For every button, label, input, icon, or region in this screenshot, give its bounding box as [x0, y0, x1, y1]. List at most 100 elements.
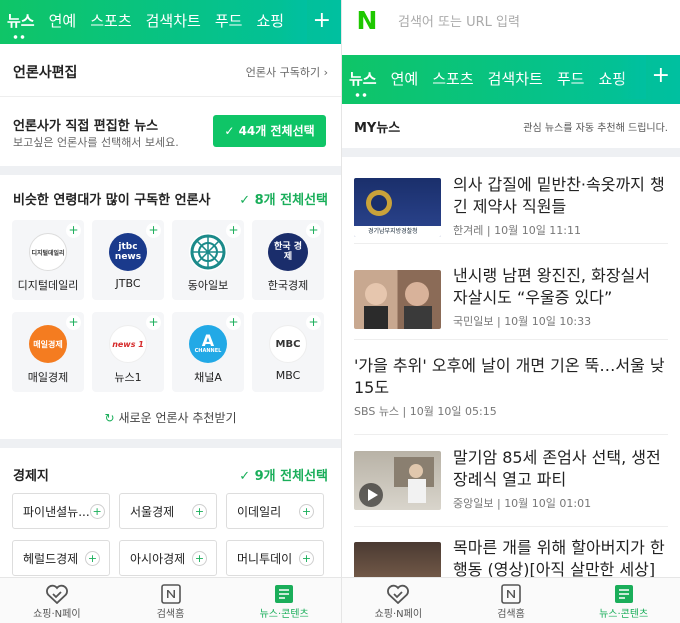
tab-entertainment[interactable]: 연예	[42, 0, 84, 44]
add-icon[interactable]: +	[306, 315, 321, 330]
add-icon[interactable]: +	[306, 223, 321, 238]
article-thumbnail	[354, 270, 441, 329]
category-tabbar: 뉴스 연예 스포츠 검색차트 푸드 쇼핑 +	[342, 55, 680, 104]
publisher-name: 뉴스1	[114, 371, 142, 384]
nav-shopping-pay[interactable]: 쇼핑·N페이	[342, 578, 455, 623]
add-icon[interactable]: +	[299, 503, 314, 519]
section-title: 경제지	[13, 468, 49, 484]
tab-sports[interactable]: 스포츠	[425, 58, 480, 102]
refresh-recommend-button[interactable]: ↻ 새로운 언론사 추천받기	[0, 409, 341, 426]
editor-subtext: 보고싶은 언론사를 선택해서 보세요.	[13, 136, 179, 149]
thumbnail-caption: 경기남부지방경찰청	[368, 228, 418, 235]
article-title: 낸시랭 남편 왕진진, 화장실서 자살시도 “우울증 있다”	[453, 266, 650, 307]
editor-box: 언론사가 직접 편집한 뉴스 보고싶은 언론사를 선택해서 보세요. ✓ 44개…	[0, 96, 341, 162]
chip-herald[interactable]: 헤럴드경제 +	[12, 540, 110, 576]
add-tab-icon[interactable]: +	[652, 55, 670, 97]
nav-news-contents[interactable]: 뉴스·콘텐츠	[567, 578, 680, 623]
tab-search-chart[interactable]: 검색차트	[481, 58, 550, 102]
add-icon[interactable]: +	[299, 550, 314, 566]
news-icon	[275, 585, 294, 603]
publisher-name: 한국경제	[267, 279, 309, 292]
nav-news-contents[interactable]: 뉴스·콘텐츠	[227, 578, 341, 623]
article-meta: 한겨레 | 10월 10일 11:11	[453, 224, 582, 237]
editor-section-header: 언론사편집 언론사 구독하기 ›	[0, 50, 341, 94]
chip-moneytoday[interactable]: 머니투데이 +	[226, 540, 324, 576]
tab-search-chart[interactable]: 검색차트	[139, 0, 208, 44]
add-tab-icon[interactable]: +	[313, 0, 331, 42]
article-title: 목마른 개를 위해 할아버지가 한 행동 (영상)[아직 살만한 세상]	[453, 538, 665, 579]
add-icon[interactable]: +	[192, 503, 207, 519]
heart-check-icon	[387, 584, 410, 604]
naver-n-icon	[501, 584, 521, 604]
tab-sports[interactable]: 스포츠	[83, 0, 138, 44]
add-icon[interactable]: +	[66, 223, 81, 238]
add-icon[interactable]: +	[146, 223, 161, 238]
publisher-digitaldaily[interactable]: + 디지털데일리 디지털데일리	[12, 220, 84, 300]
publisher-name: 디지털데일리	[17, 279, 79, 292]
bottom-nav: 쇼핑·N페이 검색홈 뉴스·콘텐츠	[342, 577, 680, 623]
refresh-icon: ↻	[104, 411, 115, 425]
donga-logo	[189, 233, 227, 271]
publisher-mk[interactable]: + 매일경제 매일경제	[12, 312, 84, 392]
article-title: 의사 갑질에 밑반찬·속옷까지 챙긴 제약사 직원들	[453, 175, 665, 216]
my-news-title[interactable]: MY뉴스	[354, 117, 400, 136]
nav-search-home[interactable]: 검색홈	[114, 578, 228, 623]
tab-food[interactable]: 푸드	[550, 58, 592, 102]
add-icon[interactable]: +	[226, 315, 241, 330]
hankyung-logo: 한국 경제	[268, 233, 308, 271]
article-thumbnail	[354, 451, 441, 510]
tab-fade	[620, 55, 646, 99]
article-meta: SBS 뉴스 | 10월 10일 05:15	[354, 405, 497, 418]
add-icon[interactable]: +	[192, 550, 207, 566]
article-thumbnail: 경기남부지방경찰청	[354, 178, 441, 237]
chip-asia-economy[interactable]: 아시아경제 +	[119, 540, 217, 576]
jtbc-logo: jtbc news	[109, 233, 147, 271]
economy-chips: 파이낸셜뉴... + 서울경제 + 이데일리 + 헤럴드경제 + 아시아경제 + 머니투데…	[12, 493, 324, 576]
news-item[interactable]: '가을 추위' 오후에 날이 개면 기온 뚝…서울 낮 15도 SBS 뉴스 |…	[354, 345, 668, 435]
left-pane: 뉴스 연예 스포츠 검색차트 푸드 쇼핑 + 언론사편집 언론사 구독하기 › …	[0, 0, 341, 623]
section-title: 언론사편집	[13, 65, 78, 81]
similar-section-header: 비슷한 연령대가 많이 구독한 언론사 ✓ 8개 전체선택	[0, 176, 341, 220]
add-icon[interactable]: +	[226, 223, 241, 238]
news-icon	[614, 585, 633, 603]
right-pane: N 검색어 또는 URL 입력 뉴스 연예 스포츠 검색차트 푸드 쇼핑 + M…	[341, 0, 680, 623]
divider	[0, 439, 341, 448]
bottom-nav: 쇼핑·N페이 검색홈 뉴스·콘텐츠	[0, 577, 341, 623]
news1-logo: news 1	[109, 325, 147, 363]
chip-edaily[interactable]: 이데일리 +	[226, 493, 324, 529]
divider	[0, 166, 341, 175]
add-icon[interactable]: +	[85, 550, 100, 566]
naver-logo-icon[interactable]: N	[354, 6, 380, 35]
tab-food[interactable]: 푸드	[208, 0, 250, 44]
publisher-grid: + 디지털데일리 디지털데일리 + jtbc news JTBC + 동아일보 …	[12, 220, 324, 392]
nav-search-home[interactable]: 검색홈	[455, 578, 568, 623]
tab-entertainment[interactable]: 연예	[384, 58, 426, 102]
chip-financial-news[interactable]: 파이낸셜뉴... +	[12, 493, 110, 529]
chip-seoul-economy[interactable]: 서울경제 +	[119, 493, 217, 529]
select-all-button[interactable]: ✓ 44개 전체선택	[213, 115, 326, 147]
publisher-channela[interactable]: + A CHANNEL 채널A	[172, 312, 244, 392]
add-icon[interactable]: +	[146, 315, 161, 330]
news-item[interactable]: 낸시랭 남편 왕진진, 화장실서 자살시도 “우울증 있다” 국민일보 | 10…	[354, 255, 668, 340]
publisher-donga[interactable]: + 동아일보	[172, 220, 244, 300]
nav-shopping-pay[interactable]: 쇼핑·N페이	[0, 578, 114, 623]
search-bar: N 검색어 또는 URL 입력	[342, 0, 680, 40]
add-icon[interactable]: +	[89, 503, 105, 519]
naver-n-icon	[160, 584, 181, 604]
select-all-link[interactable]: ✓ 9개 전체선택	[239, 465, 328, 484]
publisher-jtbc[interactable]: + jtbc news JTBC	[92, 220, 164, 300]
editor-headline: 언론사가 직접 편집한 뉴스	[13, 119, 159, 134]
select-all-link[interactable]: ✓ 8개 전체선택	[239, 189, 328, 208]
publisher-mbc[interactable]: + MBC MBC	[252, 312, 324, 392]
add-icon[interactable]: +	[66, 315, 81, 330]
tab-news[interactable]: 뉴스	[0, 0, 42, 44]
news-item[interactable]: 말기암 85세 존엄사 선택, 생전 장례식 열고 파티 중앙일보 | 10월 …	[354, 435, 668, 527]
news-item[interactable]: 경기남부지방경찰청 의사 갑질에 밑반찬·속옷까지 챙긴 제약사 직원들 한겨레…	[354, 162, 668, 244]
publisher-hankyung[interactable]: + 한국 경제 한국경제	[252, 220, 324, 300]
section-title: 비슷한 연령대가 많이 구독한 언론사	[13, 192, 211, 208]
publisher-news1[interactable]: + news 1 뉴스1	[92, 312, 164, 392]
tab-news[interactable]: 뉴스	[342, 58, 384, 102]
subscribe-link[interactable]: 언론사 구독하기 ›	[246, 64, 328, 80]
economy-section-header: 경제지 ✓ 9개 전체선택	[0, 452, 341, 496]
search-input[interactable]: 검색어 또는 URL 입력	[398, 11, 520, 30]
